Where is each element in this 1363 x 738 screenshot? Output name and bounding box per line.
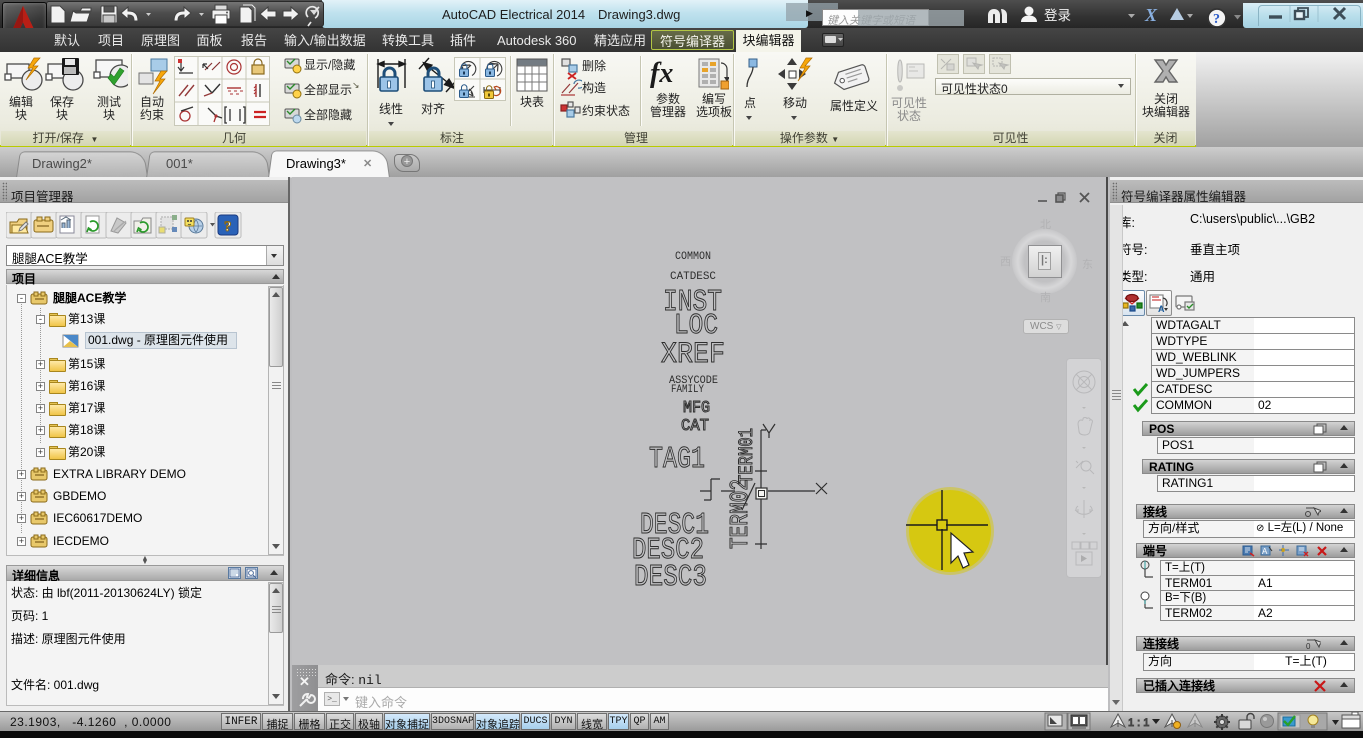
- svg-text:DESC3: DESC3: [634, 560, 707, 595]
- svg-text:TERM01: TERM01: [736, 428, 759, 484]
- svg-text:A: A: [1158, 304, 1165, 314]
- svg-text:1 : 1: 1 : 1: [1128, 717, 1149, 729]
- svg-text:FAMILY: FAMILY: [671, 384, 704, 396]
- svg-text:?: ?: [224, 219, 232, 235]
- svg-text:XREF: XREF: [661, 338, 725, 372]
- svg-text:CATDESC: CATDESC: [670, 271, 716, 283]
- svg-text:CAT: CAT: [681, 416, 709, 435]
- svg-text:COMMON: COMMON: [675, 251, 711, 263]
- svg-text:0: 0: [1306, 642, 1311, 650]
- svg-text:A: A: [1262, 547, 1268, 556]
- svg-text:登录: 登录: [1044, 8, 1071, 23]
- svg-text:MFG: MFG: [683, 398, 710, 417]
- svg-text:X: X: [1144, 5, 1158, 25]
- svg-text:?: ?: [1213, 12, 1220, 27]
- svg-text:TERM02: TERM02: [725, 479, 755, 549]
- svg-text:TAG1: TAG1: [649, 442, 705, 477]
